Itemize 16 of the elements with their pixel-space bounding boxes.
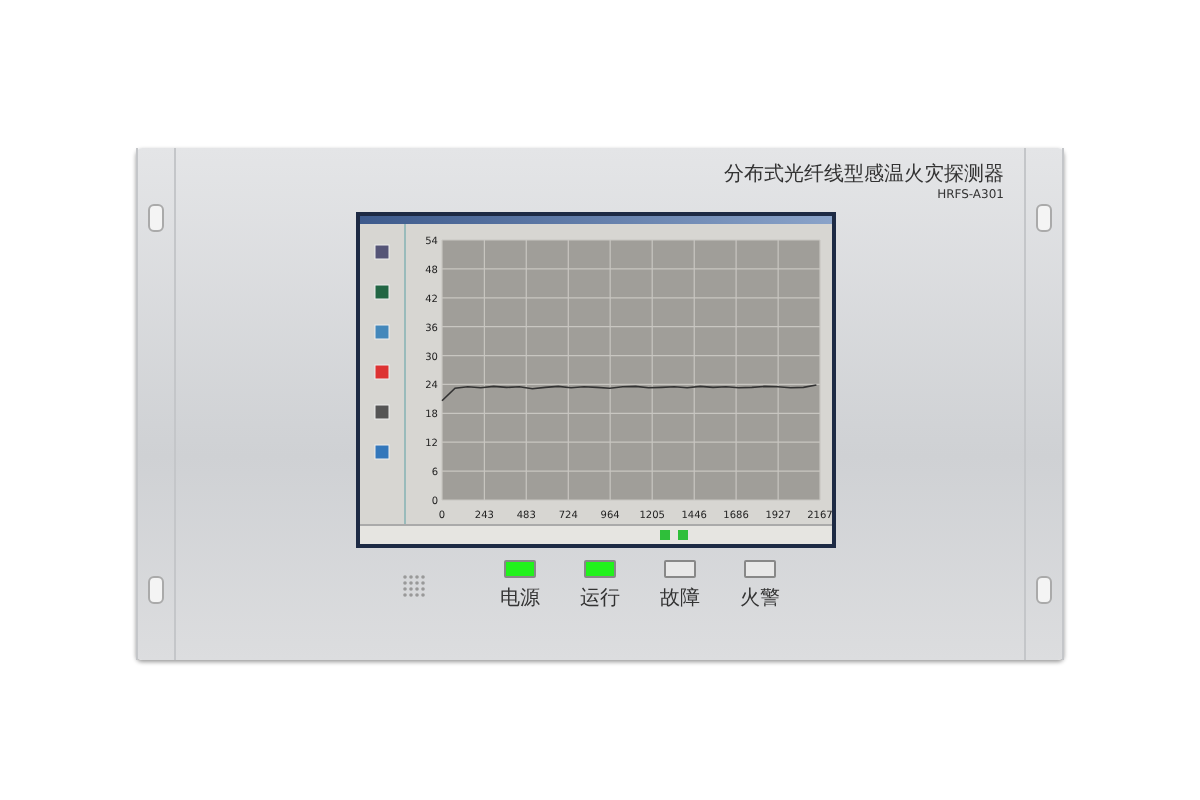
indicator-label: 故障 (660, 585, 700, 612)
device-title: 分布式光纤线型感温火灾探测器 (724, 161, 1004, 188)
toolbar-icon[interactable] (373, 444, 390, 461)
mounting-hole (1036, 576, 1052, 604)
mounting-hole (1036, 204, 1052, 232)
toolbar-icon[interactable] (373, 244, 390, 261)
toolbar-icon[interactable] (373, 324, 390, 341)
indicator-label: 电源 (500, 585, 540, 612)
indicator-label: 火警 (740, 585, 780, 612)
indicator-label: 运行 (580, 585, 620, 612)
speaker-grille-icon (400, 572, 428, 600)
toolbar-icon[interactable] (373, 404, 390, 421)
toolbar-icon[interactable] (373, 364, 390, 381)
mounting-hole (148, 576, 164, 604)
toolbar-icon[interactable] (373, 284, 390, 301)
mounting-hole (148, 204, 164, 232)
